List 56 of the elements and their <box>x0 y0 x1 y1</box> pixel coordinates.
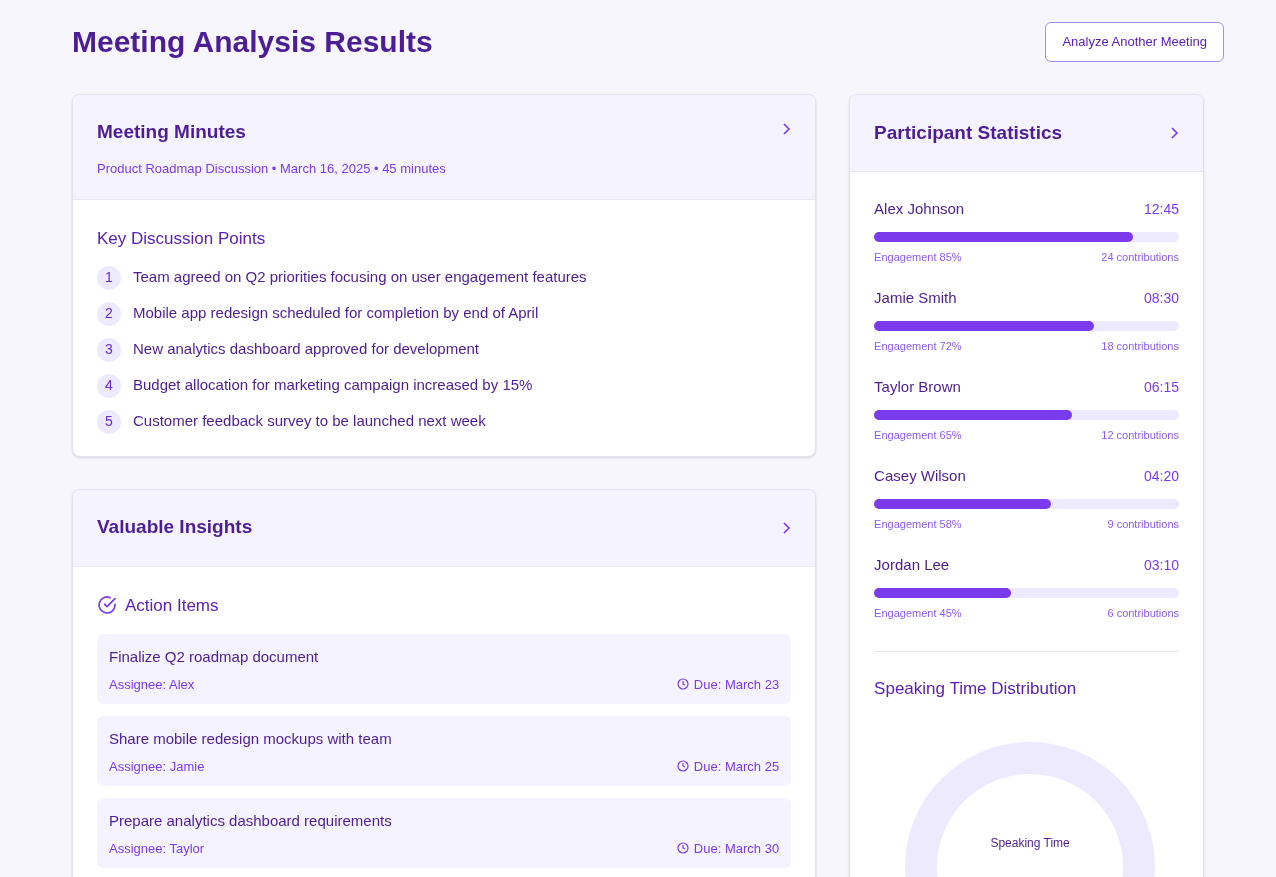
speaking-time: 03:10 <box>1143 555 1179 575</box>
participant-name: Alex Johnson <box>874 199 965 219</box>
clock-icon <box>676 760 689 773</box>
contribution-count: 18 contributions <box>1101 338 1179 354</box>
engagement-label: Engagement 85% <box>874 249 962 265</box>
clock-icon <box>676 842 689 855</box>
speaking-time: 08:30 <box>1143 288 1179 308</box>
engagement-label: Engagement 45% <box>874 605 962 621</box>
action-item-title: Prepare analytics dashboard requirements <box>109 811 393 831</box>
participant-name: Casey Wilson <box>874 466 966 486</box>
contribution-count: 12 contributions <box>1101 427 1179 443</box>
participant-name: Jamie Smith <box>874 288 957 308</box>
discussion-point: Budget allocation for marketing campaign increased by 15% <box>133 375 533 396</box>
page-title: Meeting Analysis Results <box>72 24 433 60</box>
due-date: Due: March 23 <box>693 675 780 694</box>
card-title: Meeting Minutes <box>97 120 247 144</box>
meeting-subtitle: Product Roadmap Discussion • March 16, 2025 • 45 minutes <box>97 159 446 178</box>
card-title: Participant Statistics <box>874 120 1063 145</box>
number-badge: 5 <box>97 409 121 434</box>
check-circle-icon <box>97 595 117 616</box>
discussion-point: Mobile app redesign scheduled for completion by end of April <box>133 303 539 324</box>
contribution-count: 6 contributions <box>1107 605 1179 621</box>
chevron-right-icon[interactable] <box>781 520 792 535</box>
section-title: Action Items <box>125 594 219 617</box>
number-badge: 2 <box>97 301 121 326</box>
card-title: Valuable Insights <box>97 515 253 540</box>
action-item-title: Finalize Q2 roadmap document <box>109 647 320 667</box>
contribution-count: 9 contributions <box>1107 516 1179 532</box>
clock-icon <box>676 678 689 691</box>
assignee-text: Assignee: Jamie <box>109 757 205 776</box>
participant-name: Jordan Lee <box>874 555 950 575</box>
donut-center-label: Speaking Time <box>989 834 1071 852</box>
section-title: Key Discussion Points <box>97 228 267 250</box>
section-title: Speaking Time Distribution <box>874 678 1078 700</box>
engagement-label: Engagement 65% <box>874 427 962 443</box>
number-badge: 3 <box>97 337 121 362</box>
speaking-time: 06:15 <box>1143 377 1179 397</box>
discussion-point: Customer feedback survey to be launched next week <box>133 411 486 432</box>
speaking-time: 04:20 <box>1143 466 1179 486</box>
participant-name: Taylor Brown <box>874 377 961 397</box>
due-date: Due: March 25 <box>693 757 780 776</box>
due-date: Due: March 30 <box>693 839 780 858</box>
analyze-another-meeting-button[interactable]: Analyze Another Meeting <box>1045 22 1224 62</box>
number-badge: 4 <box>97 373 121 398</box>
chevron-right-icon[interactable] <box>781 122 792 136</box>
contribution-count: 24 contributions <box>1101 249 1179 265</box>
assignee-text: Assignee: Taylor <box>109 839 205 858</box>
speaking-time: 12:45 <box>1143 199 1179 219</box>
action-item-title: Share mobile redesign mockups with team <box>109 729 393 749</box>
discussion-point: Team agreed on Q2 priorities focusing on user engagement features <box>133 267 587 288</box>
engagement-label: Engagement 72% <box>874 338 962 354</box>
discussion-point: New analytics dashboard approved for development <box>133 339 480 360</box>
number-badge: 1 <box>97 265 121 290</box>
assignee-text: Assignee: Alex <box>109 675 195 694</box>
engagement-label: Engagement 58% <box>874 516 962 532</box>
chevron-right-icon[interactable] <box>1169 126 1179 140</box>
